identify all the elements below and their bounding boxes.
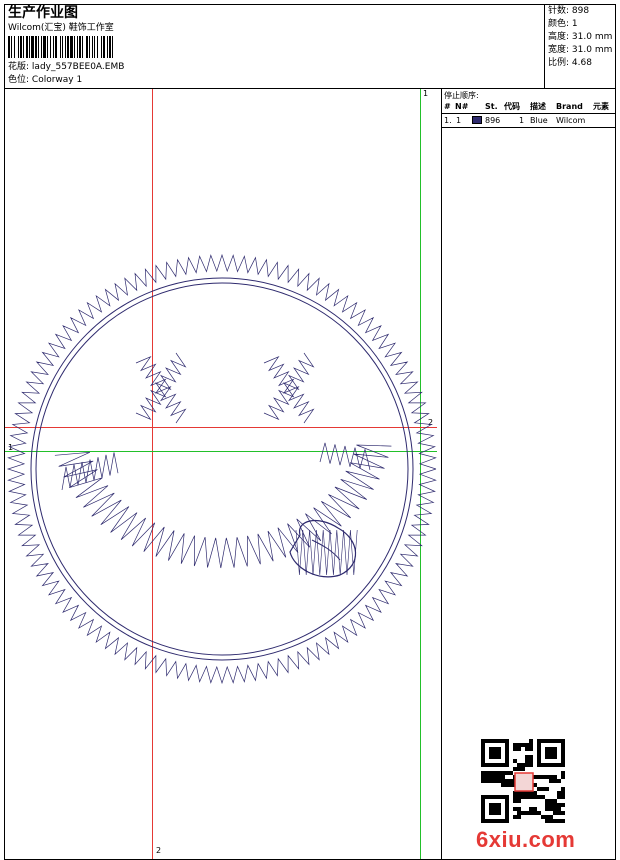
row-brand: Wilcom	[556, 116, 586, 125]
embroidery-smiley-design	[6, 253, 437, 685]
stat-colors-label: 颜色:	[548, 19, 570, 29]
stat-height: 高度: 31.0 mm	[548, 32, 612, 43]
col-index: #	[444, 102, 451, 111]
stat-stitches: 针数: 898	[548, 6, 589, 17]
row-index: 1.	[444, 116, 452, 125]
stat-width-label: 宽度:	[548, 45, 570, 55]
stat-stitches-value: 898	[571, 6, 590, 16]
row-code: 1	[519, 116, 525, 125]
stop-sequence-title: 停止顺序:	[444, 91, 479, 100]
header-divider-vertical	[544, 4, 545, 89]
stat-height-label: 高度:	[548, 32, 570, 42]
col-description: 描述	[530, 102, 546, 111]
row-needle: 1	[456, 116, 462, 125]
stat-width: 宽度: 31.0 mm	[548, 45, 612, 56]
row-stitches: 896	[485, 116, 501, 125]
thread-color-swatch	[472, 116, 482, 124]
stat-scale-value: 4.68	[571, 58, 592, 68]
qr-code-icon	[481, 739, 565, 823]
stat-height-value: 31.0 mm	[571, 32, 613, 42]
col-needle: N#	[455, 102, 469, 111]
col-code: 代码	[504, 102, 520, 111]
stat-colors-value: 1	[571, 19, 578, 29]
table-row: 1. 1 896 1 Blue Wilcom	[442, 114, 616, 126]
col-element: 元素	[593, 102, 609, 111]
stat-scale: 比例: 4.68	[548, 58, 592, 69]
col-stitches: St.	[485, 102, 498, 111]
watermark-text: 6xiu.com	[476, 827, 576, 852]
stat-width-value: 31.0 mm	[571, 45, 613, 55]
panel-divider	[441, 88, 442, 860]
stop-sequence-header: # N# St. 代码 描述 Brand 元素	[442, 101, 616, 113]
col-brand: Brand	[556, 102, 583, 111]
row-description: Blue	[530, 116, 548, 125]
stat-colors: 颜色: 1	[548, 19, 578, 30]
stat-scale-label: 比例:	[548, 58, 570, 68]
table-bottom-rule	[442, 127, 616, 128]
stat-stitches-label: 针数:	[548, 6, 570, 16]
